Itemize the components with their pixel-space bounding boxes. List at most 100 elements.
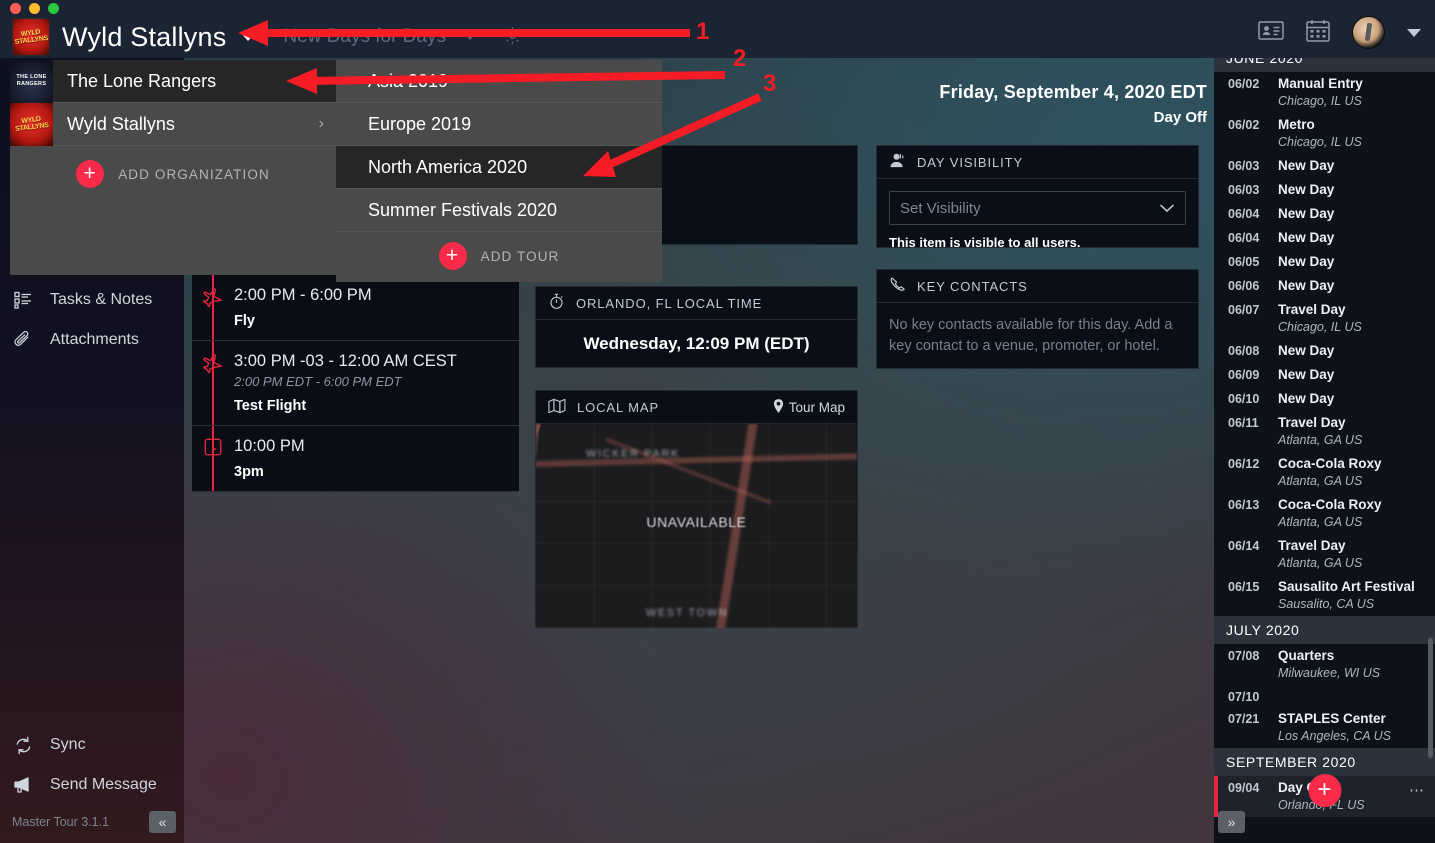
day-location: Milwaukee, WI US [1278, 666, 1381, 680]
day-date: 06/03 [1228, 183, 1260, 197]
day-main: New Day [1278, 181, 1425, 199]
user-avatar[interactable] [1352, 16, 1385, 49]
sidebar-item-sync[interactable]: Sync [0, 725, 184, 765]
day-list-item[interactable]: 06/09 New Day [1214, 363, 1435, 387]
tour-name[interactable]: New Days for Days [283, 26, 446, 48]
day-main: Quarters Milwaukee, WI US [1278, 647, 1425, 682]
close-window-button[interactable] [10, 3, 21, 14]
day-list-item[interactable]: 06/03 New Day [1214, 178, 1435, 202]
add-organization-button[interactable]: + ADD ORGANIZATION [10, 146, 336, 202]
day-date: 09/04 [1228, 781, 1260, 795]
day-list-panel[interactable]: JUNE 2020 06/02 Manual Entry Chicago, IL… [1214, 58, 1435, 843]
sidebar-item-tasks-notes[interactable]: Tasks & Notes [0, 280, 184, 320]
tour-menu-item-asia-2019[interactable]: Asia 2019 [336, 60, 662, 103]
schedule-row[interactable]: 2:00 PM - 6:00 PM Fly [192, 275, 519, 341]
minimize-window-button[interactable] [29, 3, 40, 14]
tour-menu-item-label: Europe 2019 [368, 113, 472, 134]
day-date: 06/07 [1228, 303, 1260, 317]
day-list-item[interactable]: 06/15 Sausalito Art Festival Sausalito, … [1214, 575, 1435, 616]
expand-daylist-button[interactable]: » [1218, 811, 1245, 833]
day-list-item[interactable]: 06/11 Travel Day Atlanta, GA US [1214, 411, 1435, 452]
paperclip-icon [12, 330, 34, 350]
day-list-item[interactable]: 06/14 Travel Day Atlanta, GA US [1214, 534, 1435, 575]
day-list-item[interactable]: 07/21 STAPLES Center Los Angeles, CA US [1214, 707, 1435, 748]
day-list-item[interactable]: 06/13 Coca-Cola Roxy Atlanta, GA US [1214, 493, 1435, 534]
tour-chevron-down-icon[interactable] [465, 34, 476, 40]
org-chevron-down-icon[interactable] [241, 33, 256, 41]
day-title: Travel Day [1278, 415, 1346, 430]
day-title: STAPLES Center [1278, 711, 1386, 726]
add-tour-button[interactable]: + ADD TOUR [336, 232, 662, 280]
day-list-item[interactable]: 06/04 New Day [1214, 226, 1435, 250]
day-list-scroll: JUNE 2020 06/02 Manual Entry Chicago, IL… [1214, 58, 1435, 817]
key-contacts-panel: KEY CONTACTS No key contacts available f… [876, 269, 1199, 369]
sidebar-item-attachments[interactable]: Attachments [0, 320, 184, 360]
day-main: Travel Day Atlanta, GA US [1278, 537, 1425, 572]
day-main: New Day [1278, 229, 1425, 247]
gear-icon[interactable] [503, 26, 522, 49]
chevron-right-icon: › [318, 72, 324, 89]
org-menu-item-wyld-stallyns[interactable]: WYLD STALLYNS Wyld Stallyns › [10, 102, 336, 146]
day-title: New Day [1278, 367, 1335, 382]
add-day-button[interactable]: + [1308, 774, 1341, 807]
day-list-item[interactable]: 06/08 New Day [1214, 339, 1435, 363]
day-list-item[interactable]: 06/02 Manual Entry Chicago, IL US [1214, 72, 1435, 113]
tour-menu-item-summer-festivals-2020[interactable]: Summer Festivals 2020 [336, 189, 662, 232]
key-contacts-panel-header: KEY CONTACTS [877, 270, 1198, 303]
tasks-notes-icon [12, 291, 34, 309]
sidebar-item-label: Sync [50, 736, 86, 753]
sidebar-item-send-message[interactable]: Send Message [0, 765, 184, 805]
tour-menu-item-north-america-2020[interactable]: North America 2020 [336, 146, 662, 189]
day-title: Travel Day [1278, 302, 1346, 317]
tour-menu-item-europe-2019[interactable]: Europe 2019 [336, 103, 662, 146]
day-main: Manual Entry Chicago, IL US [1278, 75, 1425, 110]
day-list-item[interactable]: 06/06 New Day [1214, 274, 1435, 298]
key-contacts-body: No key contacts available for this day. … [877, 303, 1198, 369]
add-organization-label: ADD ORGANIZATION [118, 166, 270, 182]
day-date: 07/21 [1228, 712, 1260, 726]
chevron-down-icon [1159, 200, 1175, 216]
day-list-item[interactable]: 06/10 New Day [1214, 387, 1435, 411]
day-location: Sausalito, CA US [1278, 597, 1375, 611]
collapse-sidebar-button[interactable]: « [149, 811, 176, 833]
day-main: STAPLES Center Los Angeles, CA US [1278, 710, 1425, 745]
local-time-panel: ORLANDO, FL LOCAL TIME Wednesday, 12:09 … [535, 286, 858, 368]
airplane-icon [192, 350, 234, 414]
local-map-image[interactable]: WICKER PARK WEST TOWN UNAVAILABLE [536, 424, 857, 628]
day-main: Sausalito Art Festival Sausalito, CA US [1278, 578, 1425, 613]
schedule-row[interactable]: 10:00 PM 3pm [192, 426, 519, 492]
window-controls [10, 3, 59, 14]
day-list-item[interactable]: 06/12 Coca-Cola Roxy Atlanta, GA US [1214, 452, 1435, 493]
schedule-row[interactable]: 3:00 PM -03 - 12:00 AM CEST 2:00 PM EDT … [192, 341, 519, 426]
user-menu-chevron-down-icon[interactable] [1407, 28, 1421, 37]
maximize-window-button[interactable] [48, 3, 59, 14]
title-bar: WYLD STALLYNS Wyld Stallyns New Days for… [0, 0, 1435, 58]
airplane-icon [192, 284, 234, 329]
schedule-row-body: 3:00 PM -03 - 12:00 AM CEST 2:00 PM EDT … [234, 350, 519, 414]
day-visibility-panel-header: DAY VISIBILITY [877, 146, 1198, 179]
day-list-item[interactable]: 07/10 [1214, 685, 1435, 707]
day-list-item[interactable]: 06/04 New Day [1214, 202, 1435, 226]
calendar-icon[interactable] [1306, 19, 1330, 47]
day-list-item[interactable]: 06/03 New Day [1214, 154, 1435, 178]
map-road [536, 451, 857, 468]
day-main: New Day [1278, 366, 1425, 384]
day-list-item[interactable]: 06/05 New Day [1214, 250, 1435, 274]
ellipsis-icon[interactable]: ⋯ [1409, 779, 1425, 814]
contact-card-icon[interactable] [1258, 20, 1284, 45]
day-list-item[interactable]: 06/02 Metro Chicago, IL US [1214, 113, 1435, 154]
day-list-scrollbar[interactable] [1428, 638, 1433, 758]
schedule-time: 10:00 PM [234, 437, 305, 455]
set-visibility-select[interactable]: Set Visibility [889, 191, 1186, 225]
org-name[interactable]: Wyld Stallyns [62, 22, 226, 53]
tour-menu-item-label: Asia 2019 [368, 70, 449, 91]
schedule-time: 3:00 PM -03 - 12:00 AM CEST [234, 352, 457, 370]
day-list-item[interactable]: 07/08 Quarters Milwaukee, WI US [1214, 644, 1435, 685]
tour-map-link[interactable]: Tour Map [773, 398, 845, 416]
lone-rangers-logo: THE LONE RANGERS [10, 59, 53, 103]
map-pin-icon [773, 398, 784, 416]
org-menu-item-lone-rangers[interactable]: THE LONE RANGERS The Lone Rangers › [10, 59, 336, 103]
day-date: 06/10 [1228, 392, 1260, 406]
day-date: 06/04 [1228, 231, 1260, 245]
day-list-item[interactable]: 06/07 Travel Day Chicago, IL US [1214, 298, 1435, 339]
